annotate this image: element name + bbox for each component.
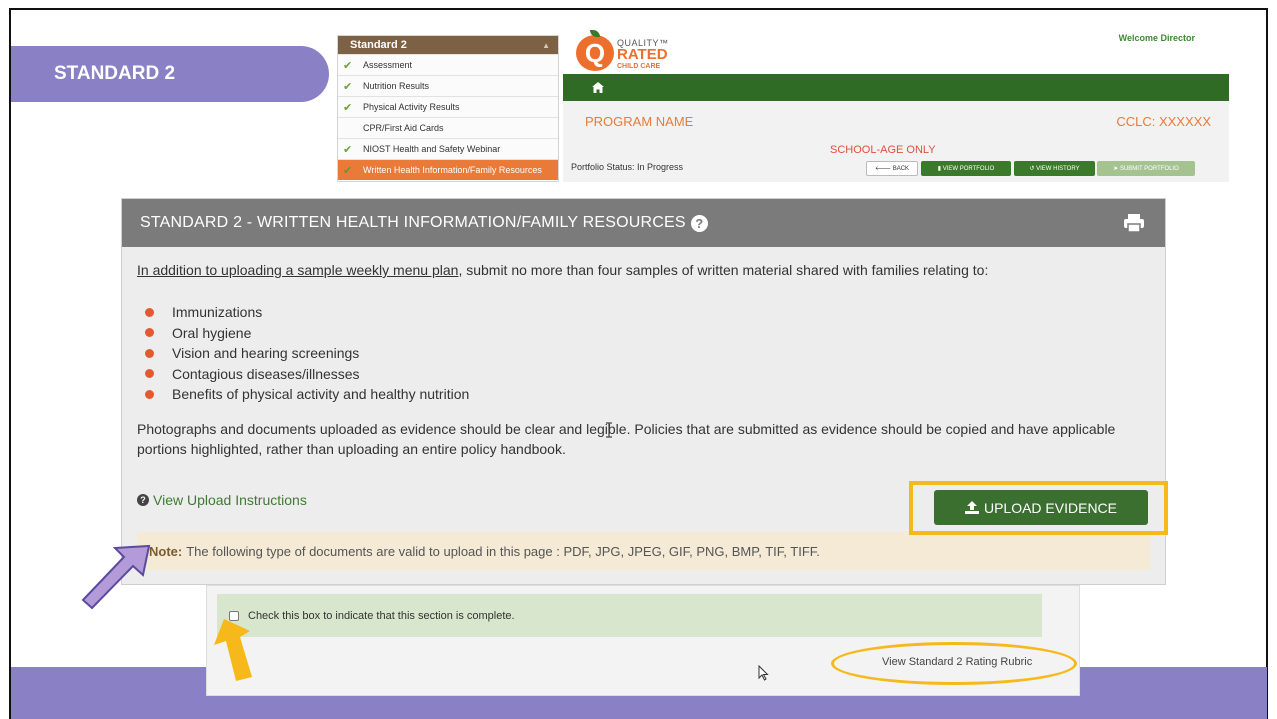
bullet-icon xyxy=(145,328,154,338)
portal-header: Q QUALITY™ RATED CHILD CARE Welcome Dire… xyxy=(563,30,1229,182)
note-label: Note: xyxy=(149,543,183,559)
print-icon[interactable] xyxy=(1123,213,1145,233)
sidebar-item-label: Assessment xyxy=(363,60,413,70)
list-item: Oral hygiene xyxy=(145,323,469,344)
intro-text: In addition to uploading a sample weekly… xyxy=(137,262,989,278)
school-age-label: SCHOOL-AGE ONLY xyxy=(830,144,936,156)
sidebar-item-cpr-first-aid[interactable]: CPR/First Aid Cards xyxy=(338,117,558,138)
evidence-guidance-text: Photographs and documents uploaded as ev… xyxy=(137,421,1116,457)
bullet-icon xyxy=(145,307,154,317)
topic-list: Immunizations Oral hygiene Vision and he… xyxy=(145,302,469,405)
program-name: PROGRAM NAME xyxy=(585,114,694,129)
checkmark-icon: ✔ xyxy=(343,143,353,156)
portfolio-status: Portfolio Status: In Progress xyxy=(571,162,684,172)
checkmark-icon: ✔ xyxy=(343,101,353,114)
checkmark-icon: ✔ xyxy=(343,80,353,93)
upload-highlight-box xyxy=(909,481,1168,535)
checkmark-icon: ✔ xyxy=(343,59,353,72)
panel-title: STANDARD 2 - WRITTEN HEALTH INFORMATION/… xyxy=(140,214,686,231)
back-button[interactable]: 🡐 BACK xyxy=(866,161,918,176)
panel-header: STANDARD 2 - WRITTEN HEALTH INFORMATION/… xyxy=(122,199,1165,247)
section-complete-row: Check this box to indicate that this sec… xyxy=(217,594,1042,637)
text-cursor-icon xyxy=(606,422,612,438)
sidebar-item-label: Physical Activity Results xyxy=(363,102,460,112)
cclc-number: CCLC: XXXXXX xyxy=(1116,114,1211,129)
bullet-icon xyxy=(145,348,154,358)
bullet-icon xyxy=(145,369,154,379)
bullet-icon xyxy=(145,389,154,399)
slide: STANDARD 2 Standard 2 ▲ ✔ Assessment ✔ N… xyxy=(0,0,1277,719)
chevron-up-icon: ▲ xyxy=(542,40,550,50)
view-portfolio-button[interactable]: ▮ VIEW PORTFOLIO xyxy=(921,161,1011,176)
sidebar-item-label: Written Health Information/Family Resour… xyxy=(363,165,542,175)
sidebar-item-label: CPR/First Aid Cards xyxy=(363,123,444,133)
mouse-cursor-icon xyxy=(758,665,769,681)
list-item: Vision and hearing screenings xyxy=(145,343,469,364)
history-icon: ↺ xyxy=(1029,166,1037,172)
list-item: Immunizations xyxy=(145,302,469,323)
standard-sidebar: Standard 2 ▲ ✔ Assessment ✔ Nutrition Re… xyxy=(337,35,559,182)
send-icon: ➤ xyxy=(1113,166,1120,172)
menu-plan-text: In addition to uploading a sample weekly… xyxy=(137,262,459,278)
slide-title-banner: STANDARD 2 xyxy=(11,46,329,102)
arrow-pointer-icon xyxy=(214,619,252,681)
sidebar-item-label: Nutrition Results xyxy=(363,81,430,91)
view-upload-instructions-link[interactable]: ? View Upload Instructions xyxy=(137,492,307,508)
welcome-user-link[interactable]: Welcome Director xyxy=(1119,33,1195,43)
main-nav-bar xyxy=(563,74,1229,101)
sidebar-item-written-health-info[interactable]: ✔ Written Health Information/Family Reso… xyxy=(338,159,558,180)
view-history-button[interactable]: ↺ VIEW HISTORY xyxy=(1014,161,1095,176)
arrow-pointer-icon xyxy=(81,544,151,610)
quality-rated-logo: Q QUALITY™ RATED CHILD CARE xyxy=(576,30,686,72)
sidebar-header[interactable]: Standard 2 ▲ xyxy=(338,36,558,54)
sidebar-item-niost-webinar[interactable]: ✔ NIOST Health and Safety Webinar xyxy=(338,138,558,159)
sidebar-item-nutrition-results[interactable]: ✔ Nutrition Results xyxy=(338,75,558,96)
rubric-highlight-oval xyxy=(831,642,1077,685)
checkbox-label: Check this box to indicate that this sec… xyxy=(248,609,515,622)
sidebar-item-assessment[interactable]: ✔ Assessment xyxy=(338,54,558,75)
sidebar-item-physical-activity-results[interactable]: ✔ Physical Activity Results xyxy=(338,96,558,117)
sidebar-item-label: NIOST Health and Safety Webinar xyxy=(363,144,501,154)
checkmark-icon: ✔ xyxy=(343,164,353,177)
list-item: Contagious diseases/illnesses xyxy=(145,364,469,385)
question-circle-icon: ? xyxy=(137,494,149,506)
arrow-left-icon: 🡐 xyxy=(874,166,893,172)
help-icon[interactable]: ? xyxy=(690,214,708,232)
list-item: Benefits of physical activity and health… xyxy=(145,384,469,405)
sidebar-header-label: Standard 2 xyxy=(350,39,407,51)
program-info-bar: PROGRAM NAME CCLC: XXXXXX SCHOOL-AGE ONL… xyxy=(563,101,1229,182)
file-type-note: Note: The following type of documents ar… xyxy=(137,532,1150,570)
submit-portfolio-button[interactable]: ➤ SUBMIT PORTFOLIO xyxy=(1097,161,1195,176)
slide-title: STANDARD 2 xyxy=(54,63,176,84)
home-icon[interactable] xyxy=(592,80,604,95)
